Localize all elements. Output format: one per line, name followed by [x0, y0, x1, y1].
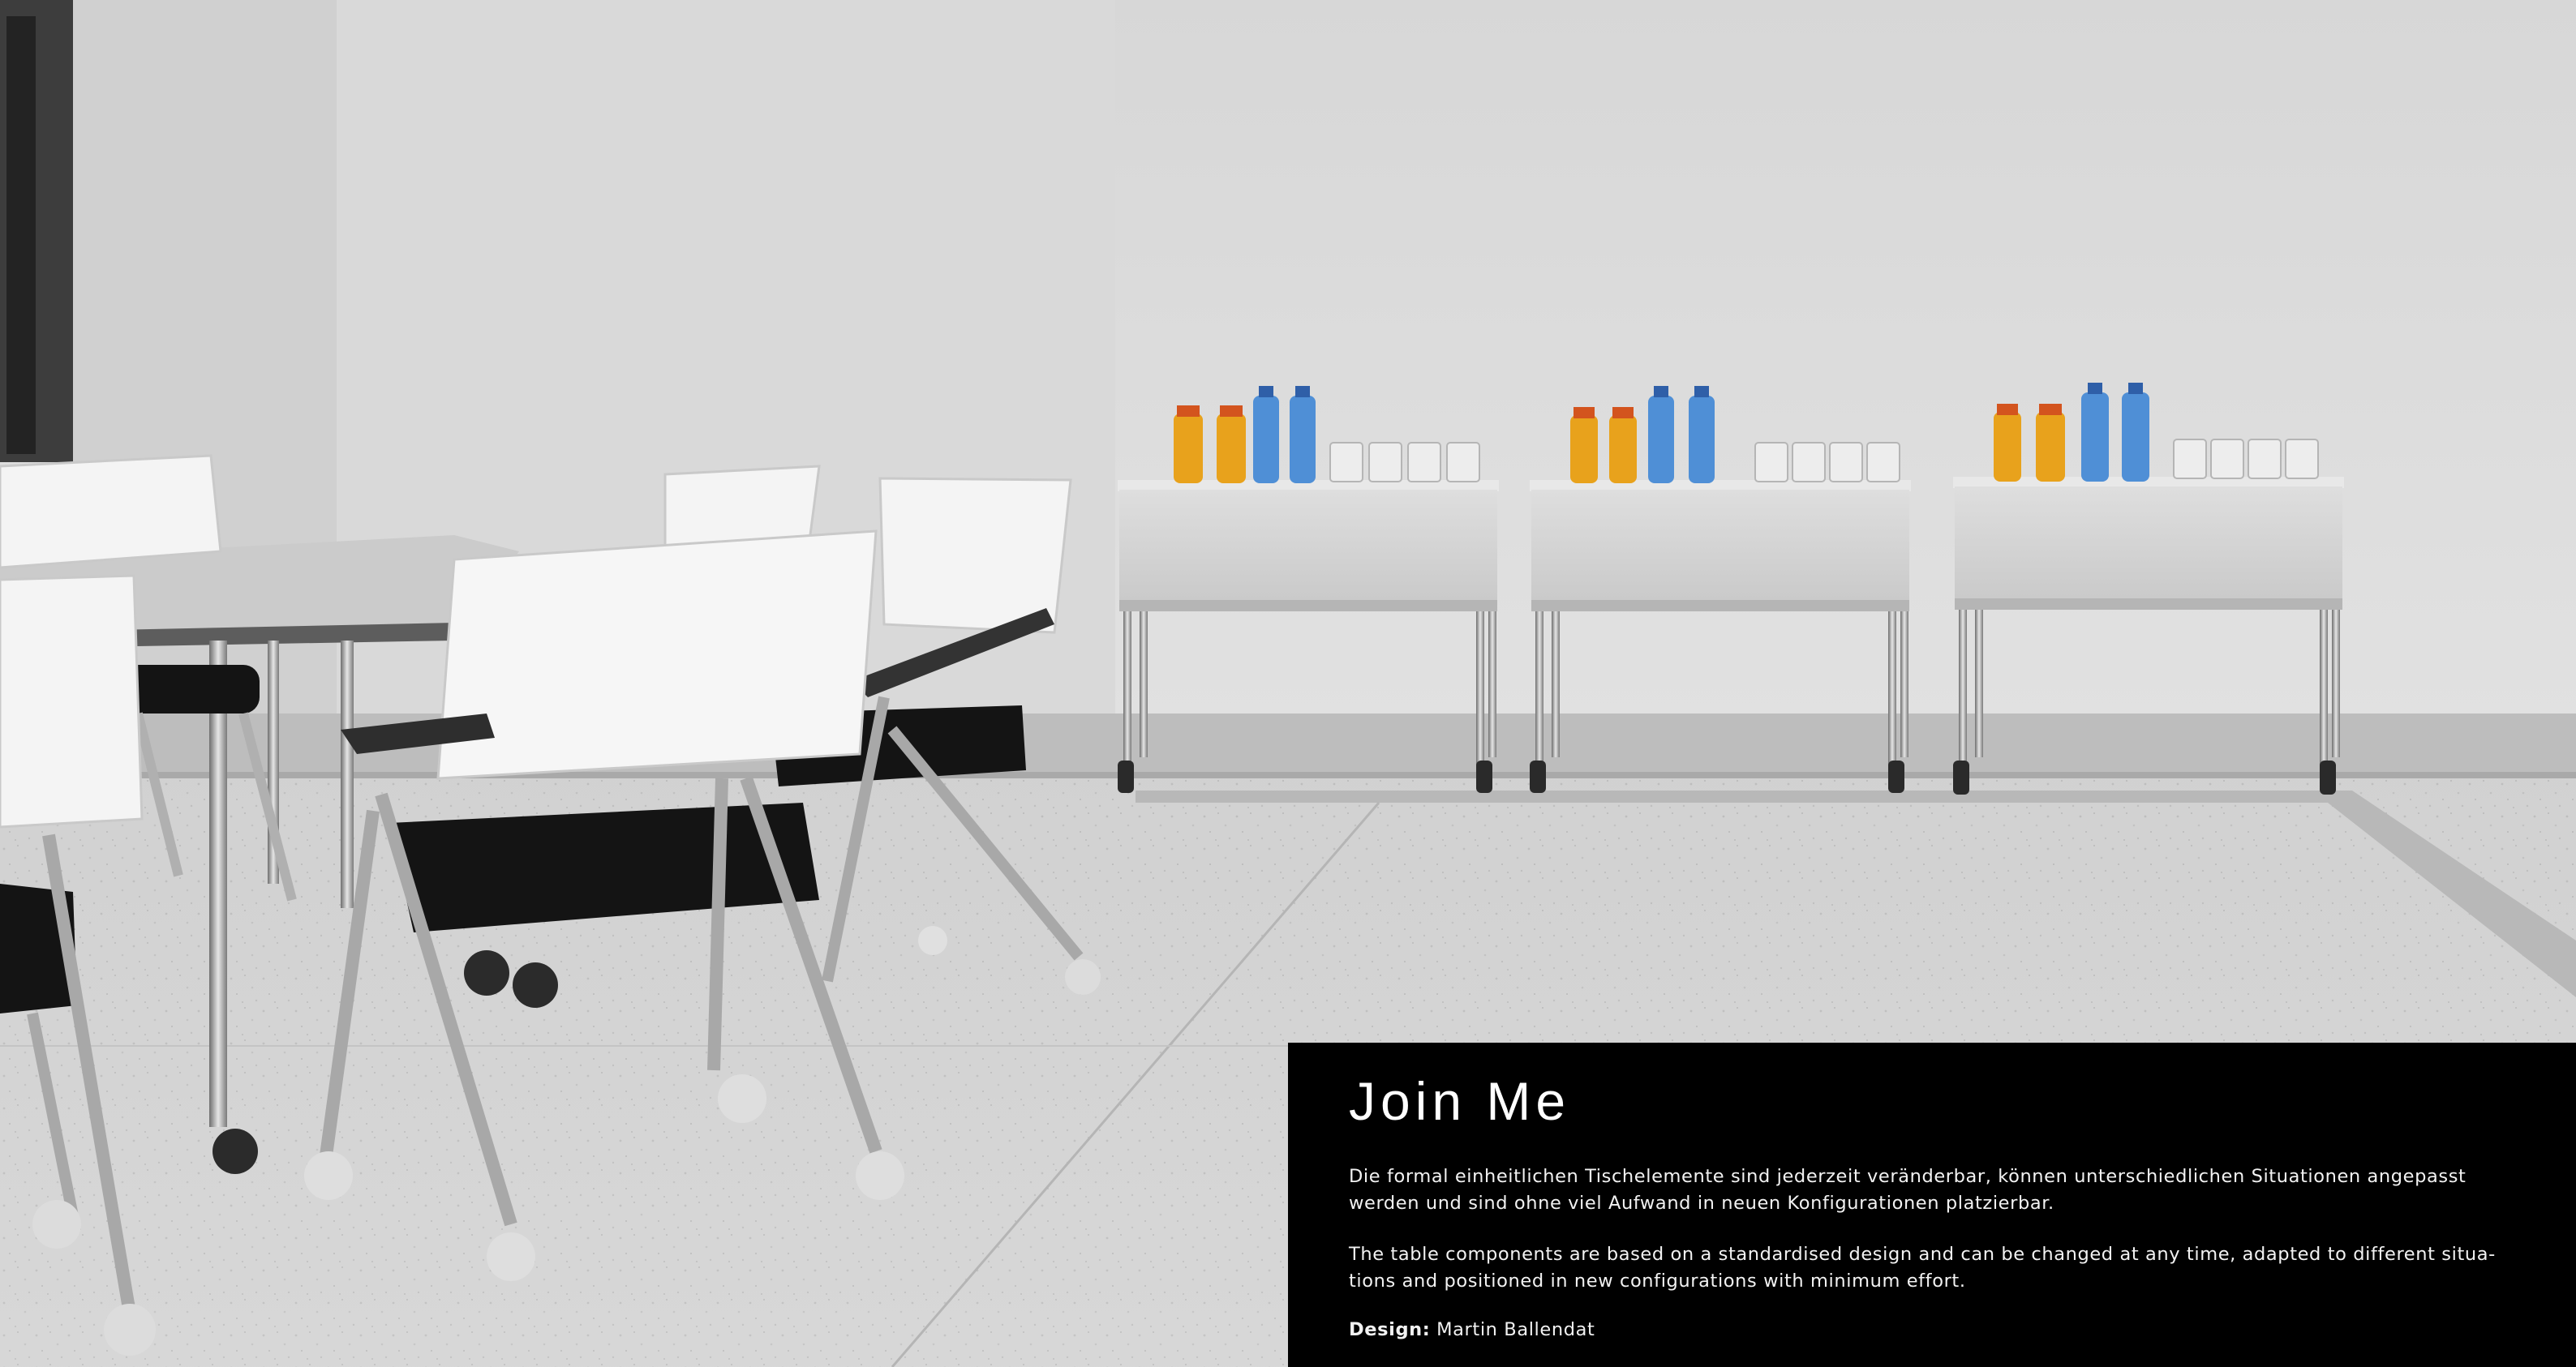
caption-title: Join Me [1349, 1071, 1571, 1131]
design-credit: Design: Martin Ballendat [1349, 1319, 2519, 1340]
design-credit-label: Design: [1349, 1318, 1431, 1340]
design-credit-name: Martin Ballendat [1436, 1318, 1595, 1340]
caption-text-english: The table components are based on a stan… [1349, 1243, 2496, 1292]
catalog-page: Join Me Die formal einheitlichen Tischel… [0, 0, 2576, 1367]
caption-panel: Join Me Die formal einheitlichen Tischel… [1288, 1043, 2576, 1367]
caption-text-german: Die formal einheitlichen Tischelemente s… [1349, 1165, 2467, 1214]
